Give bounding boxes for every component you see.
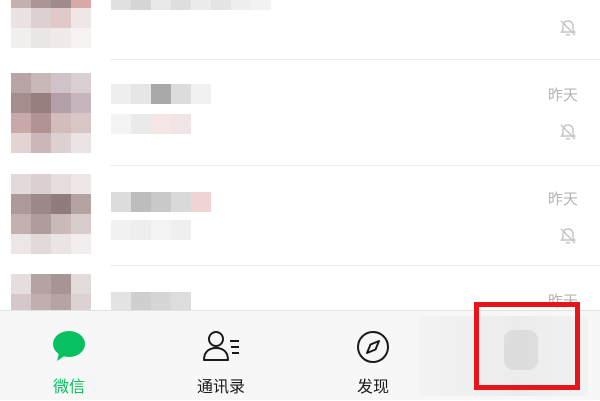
chat-item[interactable]: 昨天 bbox=[0, 266, 600, 310]
row-divider bbox=[110, 59, 600, 60]
chat-list: 昨天 昨天 昨天 bbox=[0, 0, 600, 310]
tab-contacts[interactable]: 通讯录 bbox=[161, 311, 281, 401]
avatar bbox=[11, 0, 91, 48]
chat-time: 昨天 bbox=[547, 190, 578, 208]
blurred-person-shape bbox=[504, 330, 538, 370]
chat-time: 昨天 bbox=[547, 292, 578, 310]
mute-bell-icon bbox=[560, 228, 576, 244]
tab-discover[interactable]: 发现 bbox=[313, 311, 433, 401]
tab-label: 发现 bbox=[356, 377, 389, 396]
contact-name-blurred bbox=[111, 0, 271, 10]
tab-chats[interactable]: 微信 bbox=[9, 311, 129, 401]
avatar bbox=[11, 73, 91, 153]
contact-name-blurred bbox=[111, 84, 211, 104]
contact-name-blurred bbox=[111, 192, 211, 212]
me-tab-blur-overlay bbox=[418, 316, 588, 396]
chat-time: 昨天 bbox=[547, 86, 578, 104]
chat-item[interactable] bbox=[0, 0, 600, 60]
tab-label: 通讯录 bbox=[196, 377, 245, 396]
message-preview-blurred bbox=[111, 220, 191, 240]
chat-bubble-icon bbox=[53, 331, 85, 361]
avatar bbox=[11, 274, 91, 310]
mute-bell-icon bbox=[560, 20, 576, 36]
chat-item[interactable]: 昨天 bbox=[0, 70, 600, 166]
contacts-icon bbox=[203, 331, 239, 361]
avatar bbox=[11, 174, 91, 254]
chat-item[interactable]: 昨天 bbox=[0, 166, 600, 266]
tab-label: 微信 bbox=[52, 377, 85, 396]
message-preview-blurred bbox=[111, 114, 191, 134]
compass-icon bbox=[357, 331, 389, 363]
mute-bell-icon bbox=[560, 124, 576, 140]
contact-name-blurred bbox=[111, 292, 191, 310]
